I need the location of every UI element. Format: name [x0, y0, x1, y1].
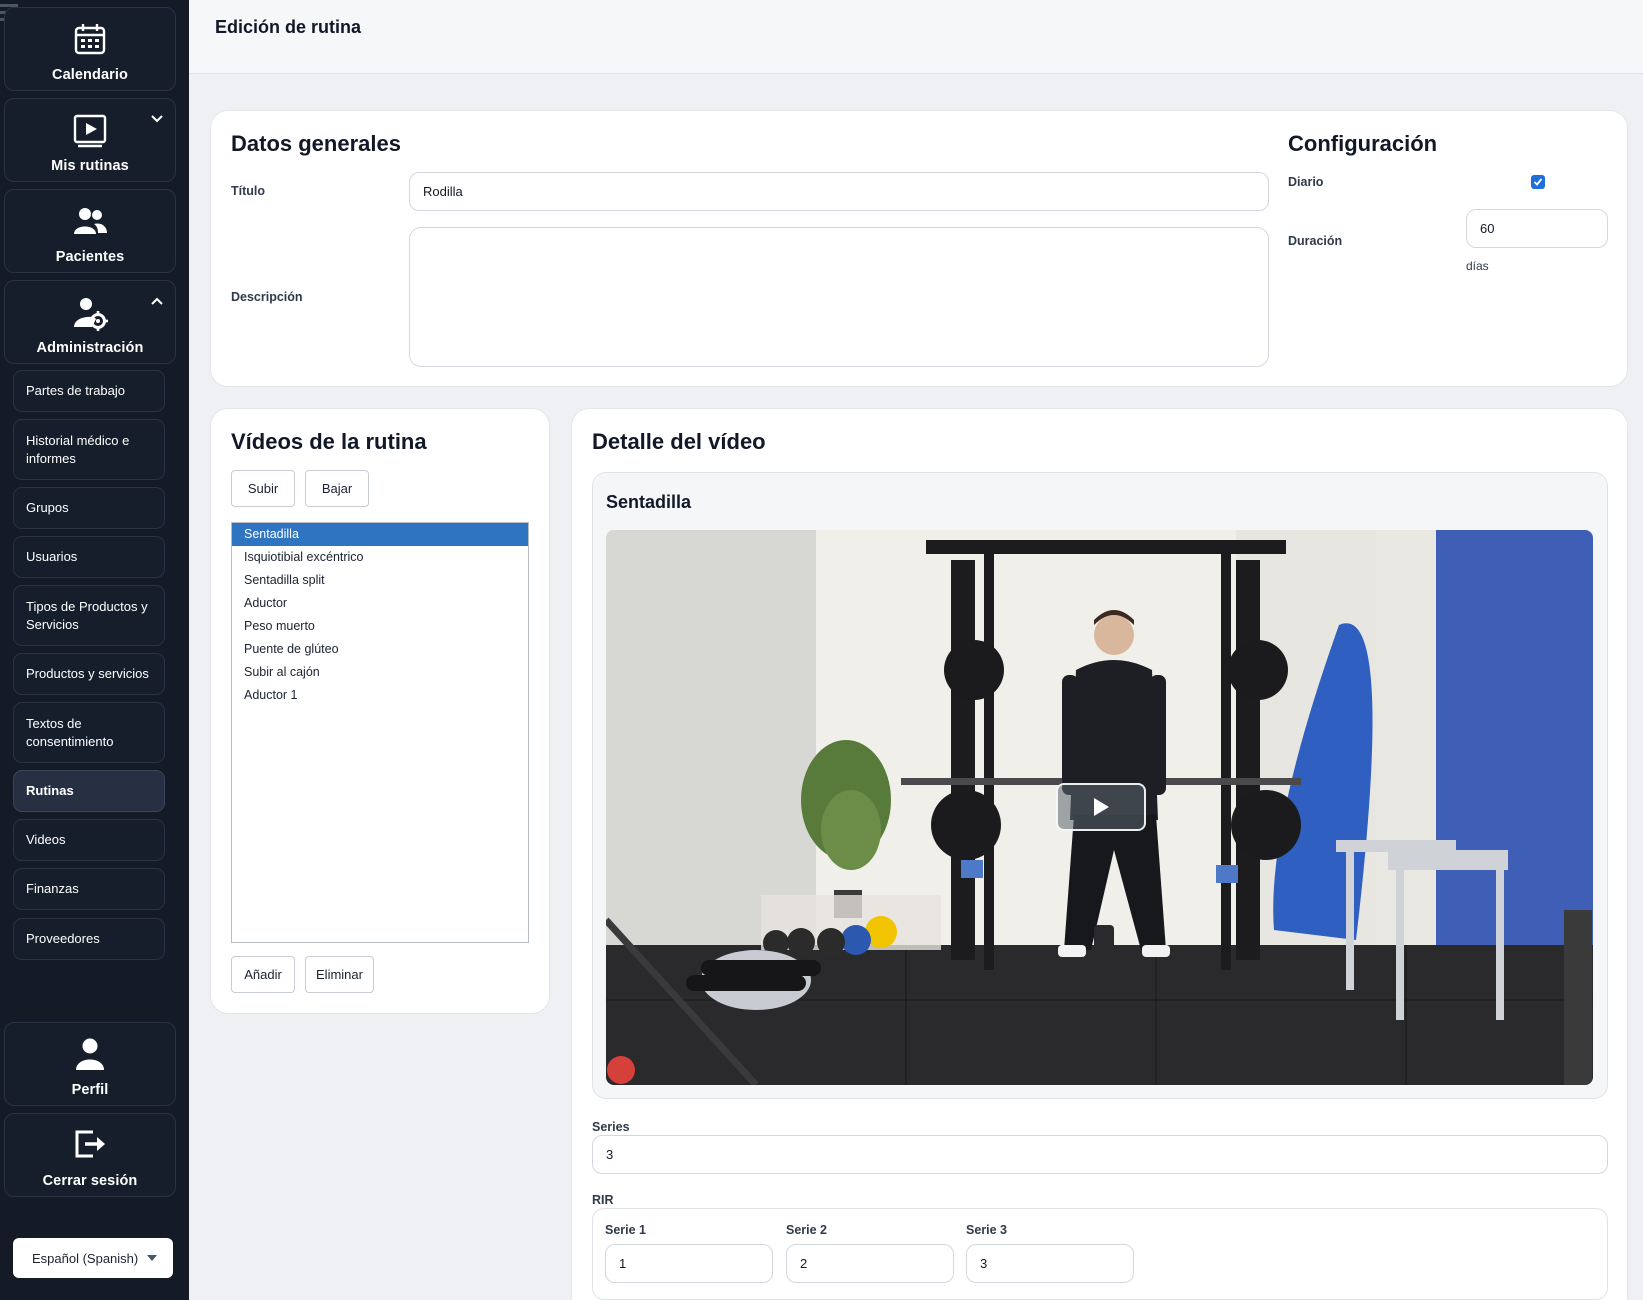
- list-item[interactable]: Aductor 1: [232, 684, 528, 707]
- rir-serie-3-input[interactable]: 3: [966, 1244, 1134, 1283]
- sidebar-item-label: Partes de trabajo: [26, 383, 126, 398]
- sidebar-item-routines[interactable]: Rutinas: [13, 770, 165, 812]
- sidebar-item-label: Usuarios: [26, 549, 78, 564]
- rir-serie-1-label: Serie 1: [605, 1223, 647, 1237]
- language-value: Español (Spanish): [32, 1250, 139, 1266]
- rir-serie-3-value: 3: [980, 1256, 988, 1271]
- nav-profile[interactable]: Perfil: [4, 1022, 176, 1106]
- video-detail-heading: Detalle del vídeo: [592, 429, 766, 454]
- nav-my-routines-label: Mis rutinas: [51, 158, 129, 174]
- sidebar-item-consent-texts[interactable]: Textos de consentimiento: [13, 702, 165, 763]
- video-title: Sentadilla: [606, 492, 692, 512]
- sidebar-item-users[interactable]: Usuarios: [13, 536, 165, 578]
- duration-input[interactable]: 60: [1466, 209, 1608, 248]
- sidebar-item-suppliers[interactable]: Proveedores: [13, 918, 165, 960]
- routine-videos-heading: Vídeos de la rutina: [231, 429, 427, 454]
- sidebar-item-label: Videos: [26, 832, 66, 847]
- check-icon: [1533, 178, 1543, 186]
- series-value: 3: [606, 1147, 614, 1162]
- rir-label: RIR: [592, 1193, 614, 1207]
- rir-serie-2-value: 2: [800, 1256, 808, 1271]
- add-video-button[interactable]: Añadir: [231, 956, 295, 993]
- daily-label: Diario: [1288, 175, 1324, 189]
- rir-serie-2-label: Serie 2: [786, 1223, 828, 1237]
- list-item[interactable]: Sentadilla: [232, 523, 528, 546]
- sidebar-item-label: Productos y servicios: [26, 666, 149, 681]
- sidebar-item-label: Historial médico e informes: [26, 432, 130, 466]
- description-label: Descripción: [231, 290, 303, 304]
- remove-video-button[interactable]: Eliminar: [305, 956, 374, 993]
- play-button[interactable]: [1056, 783, 1146, 831]
- title-input[interactable]: Rodilla: [409, 172, 1269, 211]
- sidebar-item-label: Rutinas: [26, 783, 74, 798]
- rir-serie-1-input[interactable]: 1: [605, 1244, 773, 1283]
- sidebar-item-work-reports[interactable]: Partes de trabajo: [13, 370, 165, 412]
- sidebar-item-label: Proveedores: [26, 931, 100, 946]
- nav-calendar[interactable]: Calendario: [4, 7, 176, 91]
- sidebar-item-label: Finanzas: [26, 881, 79, 896]
- rir-serie-1-value: 1: [619, 1256, 627, 1271]
- calendar-icon: [74, 24, 106, 55]
- chevron-down-icon[interactable]: [149, 111, 165, 127]
- video-play-icon: [73, 114, 107, 148]
- language-select[interactable]: Español (Spanish): [13, 1238, 173, 1278]
- duration-label: Duración: [1288, 234, 1343, 248]
- sidebar-item-medical-history[interactable]: Historial médico e informes: [13, 419, 165, 480]
- title-label: Título: [231, 184, 266, 198]
- nav-administration[interactable]: Administración: [4, 280, 176, 364]
- sidebar-item-label: Grupos: [26, 500, 69, 515]
- series-input[interactable]: 3: [592, 1135, 1608, 1174]
- nav-profile-label: Perfil: [71, 1082, 109, 1098]
- user-gear-icon: [74, 298, 108, 331]
- play-icon: [1094, 798, 1109, 816]
- sidebar-item-videos[interactable]: Videos: [13, 819, 165, 861]
- list-item[interactable]: Aductor: [232, 592, 528, 615]
- title-input-value: Rodilla: [423, 184, 463, 199]
- list-item[interactable]: Peso muerto: [232, 615, 528, 638]
- nav-patients-label: Pacientes: [55, 249, 125, 265]
- move-down-button[interactable]: Bajar: [305, 470, 369, 507]
- daily-checkbox[interactable]: [1531, 175, 1545, 189]
- routine-videos-list[interactable]: Sentadilla Isquiotibial excéntrico Senta…: [231, 522, 529, 943]
- sidebar-item-groups[interactable]: Grupos: [13, 487, 165, 529]
- sidebar-item-finances[interactable]: Finanzas: [13, 868, 165, 910]
- rir-serie-2-input[interactable]: 2: [786, 1244, 954, 1283]
- nav-logout-label: Cerrar sesión: [42, 1173, 138, 1189]
- series-label: Series: [592, 1120, 630, 1134]
- header: Edición de rutina: [189, 0, 1643, 74]
- dropdown-caret-icon: [147, 1255, 157, 1261]
- move-up-button[interactable]: Subir: [231, 470, 295, 507]
- sidebar-item-products[interactable]: Productos y servicios: [13, 653, 165, 695]
- sidebar: Calendario Mis rutinas Pacientes Adminis…: [0, 0, 189, 1300]
- rir-serie-3-label: Serie 3: [966, 1223, 1008, 1237]
- nav-logout[interactable]: Cerrar sesión: [4, 1113, 176, 1197]
- sidebar-item-product-types[interactable]: Tipos de Productos y Servicios: [13, 585, 165, 646]
- page-title: Edición de rutina: [215, 17, 362, 37]
- logout-icon: [75, 1130, 105, 1158]
- general-data-heading: Datos generales: [231, 131, 401, 156]
- sidebar-item-label: Tipos de Productos y Servicios: [26, 598, 148, 632]
- list-item[interactable]: Subir al cajón: [232, 661, 528, 684]
- nav-administration-label: Administración: [36, 340, 144, 356]
- duration-value: 60: [1480, 221, 1495, 236]
- list-item[interactable]: Puente de glúteo: [232, 638, 528, 661]
- duration-unit: días: [1466, 259, 1489, 273]
- description-textarea[interactable]: [409, 227, 1269, 367]
- nav-calendar-label: Calendario: [52, 67, 128, 83]
- chevron-up-icon[interactable]: [149, 293, 165, 309]
- nav-patients[interactable]: Pacientes: [4, 189, 176, 273]
- nav-my-routines[interactable]: Mis rutinas: [4, 98, 176, 182]
- user-icon: [76, 1038, 104, 1070]
- list-item[interactable]: Isquiotibial excéntrico: [232, 546, 528, 569]
- list-item[interactable]: Sentadilla split: [232, 569, 528, 592]
- users-icon: [74, 208, 107, 234]
- sidebar-item-label: Textos de consentimiento: [26, 715, 114, 749]
- configuration-heading: Configuración: [1288, 131, 1438, 156]
